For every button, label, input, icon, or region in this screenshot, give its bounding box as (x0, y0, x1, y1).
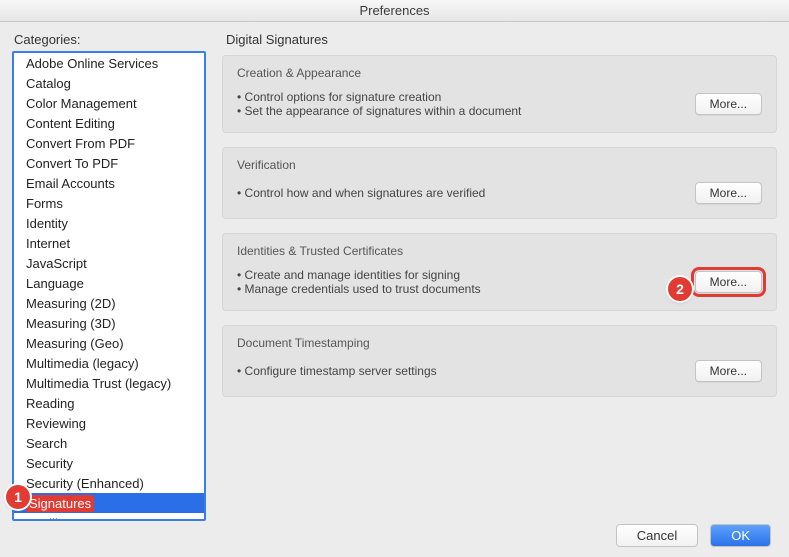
bullet-item: Control options for signature creation (237, 90, 685, 104)
group-title: Identities & Trusted Certificates (237, 244, 762, 258)
sidebar-item-email-accounts[interactable]: Email Accounts (14, 173, 204, 193)
dialog-footer: Cancel OK (616, 524, 771, 547)
group-title: Creation & Appearance (237, 66, 762, 80)
bullet-item: Configure timestamp server settings (237, 364, 685, 378)
sidebar-item-convert-to-pdf[interactable]: Convert To PDF (14, 153, 204, 173)
sidebar-item-javascript[interactable]: JavaScript (14, 253, 204, 273)
group-title: Document Timestamping (237, 336, 762, 350)
group-bullets: Create and manage identities for signing… (237, 268, 685, 296)
group-title: Verification (237, 158, 762, 172)
sidebar-item-security-enhanced-[interactable]: Security (Enhanced) (14, 473, 204, 493)
sidebar-item-multimedia-legacy-[interactable]: Multimedia (legacy) (14, 353, 204, 373)
sidebar-item-convert-from-pdf[interactable]: Convert From PDF (14, 133, 204, 153)
group-verification: Verification Control how and when signatu… (222, 147, 777, 219)
bullet-item: Create and manage identities for signing (237, 268, 685, 282)
sidebar-item-adobe-online-services[interactable]: Adobe Online Services (14, 53, 204, 73)
bullet-item: Manage credentials used to trust documen… (237, 282, 685, 296)
bullet-item: Control how and when signatures are veri… (237, 186, 685, 200)
panel-title: Digital Signatures (226, 32, 777, 47)
group-identities-trusted-certificates: Identities & Trusted Certificates Create … (222, 233, 777, 311)
group-creation-appearance: Creation & Appearance Control options for… (222, 55, 777, 133)
more-button[interactable]: More... (695, 360, 762, 382)
group-bullets: Control how and when signatures are veri… (237, 186, 685, 200)
sidebar-item-signatures[interactable]: Signatures (14, 493, 204, 513)
sidebar-item-language[interactable]: Language (14, 273, 204, 293)
sidebar-column: Categories: Adobe Online ServicesCatalog… (12, 32, 206, 522)
categories-label: Categories: (14, 32, 206, 47)
sidebar-item-spelling[interactable]: Spelling (14, 513, 204, 521)
sidebar-item-measuring-2d-[interactable]: Measuring (2D) (14, 293, 204, 313)
callout-1: 1 (6, 485, 30, 509)
sidebar-item-measuring-3d-[interactable]: Measuring (3D) (14, 313, 204, 333)
sidebar-item-security[interactable]: Security (14, 453, 204, 473)
callout-2: 2 (668, 277, 692, 301)
more-button[interactable]: More... (695, 271, 762, 293)
sidebar-item-label: Signatures (26, 495, 94, 512)
sidebar-item-color-management[interactable]: Color Management (14, 93, 204, 113)
window-title: Preferences (359, 3, 429, 18)
sidebar-item-identity[interactable]: Identity (14, 213, 204, 233)
window-titlebar: Preferences (0, 0, 789, 22)
sidebar-item-reviewing[interactable]: Reviewing (14, 413, 204, 433)
main-panel: Digital Signatures Creation & Appearance… (206, 32, 777, 522)
sidebar-item-reading[interactable]: Reading (14, 393, 204, 413)
sidebar-item-internet[interactable]: Internet (14, 233, 204, 253)
sidebar-item-catalog[interactable]: Catalog (14, 73, 204, 93)
more-button[interactable]: More... (695, 93, 762, 115)
more-button[interactable]: More... (695, 182, 762, 204)
categories-list[interactable]: Adobe Online ServicesCatalogColor Manage… (12, 51, 206, 521)
sidebar-item-forms[interactable]: Forms (14, 193, 204, 213)
group-bullets: Configure timestamp server settings (237, 364, 685, 378)
ok-button[interactable]: OK (710, 524, 771, 547)
group-document-timestamping: Document Timestamping Configure timestamp… (222, 325, 777, 397)
sidebar-item-multimedia-trust-legacy-[interactable]: Multimedia Trust (legacy) (14, 373, 204, 393)
cancel-button[interactable]: Cancel (616, 524, 698, 547)
bullet-item: Set the appearance of signatures within … (237, 104, 685, 118)
sidebar-item-measuring-geo-[interactable]: Measuring (Geo) (14, 333, 204, 353)
group-bullets: Control options for signature creationSe… (237, 90, 685, 118)
sidebar-item-content-editing[interactable]: Content Editing (14, 113, 204, 133)
sidebar-item-search[interactable]: Search (14, 433, 204, 453)
